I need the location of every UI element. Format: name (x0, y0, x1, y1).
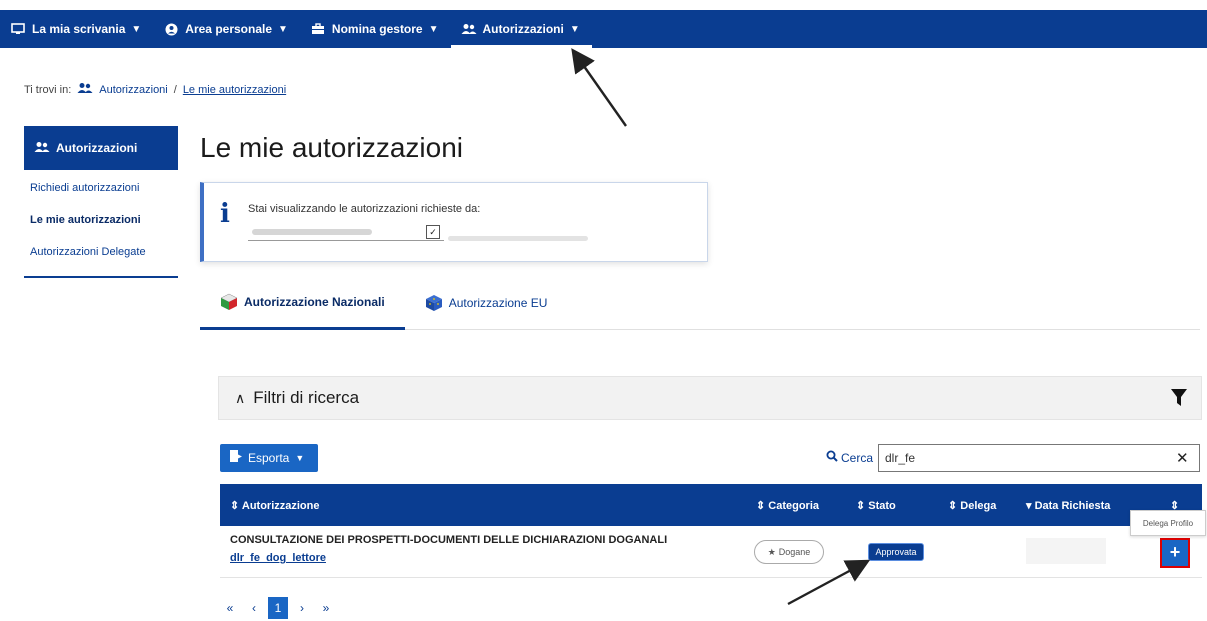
monitor-icon (10, 22, 26, 36)
nav-la-mia-scrivania[interactable]: La mia scrivania ▼ (0, 10, 153, 48)
arrow-to-autorizzazioni-menu (571, 48, 627, 127)
breadcrumb-prefix: Ti trovi in: (24, 83, 72, 96)
breadcrumb: Ti trovi in: Autorizzazioni / Le mie aut… (24, 82, 286, 97)
table-row: CONSULTAZIONE DEI PROSPETTI-DOCUMENTI DE… (220, 526, 1202, 578)
funnel-icon[interactable] (1171, 389, 1187, 412)
page-first-button[interactable]: « (220, 597, 240, 619)
export-button[interactable]: Esporta ▼ (220, 444, 318, 472)
pagination: « ‹ 1 › » (220, 597, 336, 619)
chevron-down-icon: ▼ (569, 23, 580, 35)
status-badge: Approvata (868, 543, 924, 561)
cube-eu-icon (425, 294, 443, 312)
search-label: Cerca (826, 450, 873, 465)
page-current-button[interactable]: 1 (268, 597, 288, 619)
filter-title: Filtri di ricerca (253, 388, 360, 407)
search-label-text: Cerca (841, 450, 874, 465)
column-header-stato[interactable]: ⇕ Stato (856, 499, 896, 512)
nav-label: Autorizzazioni (482, 22, 564, 36)
star-icon: ★ (767, 546, 776, 557)
column-header-data-richiesta[interactable]: ▾ Data Richiesta (1026, 499, 1110, 512)
chevron-down-icon: ▼ (428, 23, 439, 35)
breadcrumb-current[interactable]: Le mie autorizzazioni (183, 84, 286, 96)
redacted-value (448, 236, 588, 241)
redacted-value (252, 229, 372, 235)
export-file-icon (230, 450, 242, 466)
cube-italy-icon (220, 293, 238, 311)
nav-area-personale[interactable]: Area personale ▼ (153, 10, 300, 48)
tab-label: Autorizzazione EU (448, 296, 548, 310)
page-title: Le mie autorizzazioni (200, 132, 464, 163)
nav-label: Nomina gestore (331, 22, 423, 36)
tab-label: Autorizzazione Nazionali (244, 294, 385, 309)
page-prev-button[interactable]: ‹ (244, 597, 264, 619)
user-circle-icon (163, 22, 179, 36)
page-next-button[interactable]: › (292, 597, 312, 619)
top-navbar: La mia scrivania ▼ Area personale ▼ Nomi… (0, 10, 1207, 48)
nav-label: Area personale (185, 22, 273, 36)
column-header-autorizzazione[interactable]: ⇕ Autorizzazione (230, 499, 320, 512)
category-badge: ★ Dogane (754, 540, 824, 564)
sidebar: Autorizzazioni Richiedi autorizzazioni L… (24, 126, 178, 278)
users-icon (77, 82, 93, 97)
chevron-down-icon: ▼ (278, 23, 288, 35)
authorization-title: CONSULTAZIONE DEI PROSPETTI-DOCUMENTI DE… (230, 534, 668, 546)
info-icon: i (220, 199, 230, 229)
briefcase-icon (310, 22, 326, 36)
search-input[interactable] (878, 444, 1200, 472)
tooltip: Delega Profilo (1130, 510, 1206, 536)
breadcrumb-parent-link[interactable]: Autorizzazioni (99, 84, 167, 96)
info-text: Stai visualizzando le autorizzazioni ric… (248, 203, 481, 215)
tab-eu[interactable]: Autorizzazione EU (405, 276, 568, 330)
table-header: ⇕ Autorizzazione ⇕ Categoria ⇕ Stato ⇕ D… (220, 484, 1202, 526)
nav-label: La mia scrivania (32, 22, 126, 36)
breadcrumb-separator: / (173, 83, 177, 96)
search-icon (826, 450, 838, 465)
requester-select[interactable]: ✓ (248, 223, 444, 241)
tab-nazionali[interactable]: Autorizzazione Nazionali (200, 276, 405, 330)
sidebar-item-le-mie[interactable]: Le mie autorizzazioni (24, 202, 178, 234)
authorization-code-link[interactable]: dlr_fe_dog_lettore (230, 552, 326, 564)
delega-profilo-button[interactable]: + (1160, 538, 1190, 568)
sidebar-header[interactable]: Autorizzazioni (24, 126, 178, 170)
users-icon (461, 22, 477, 36)
close-icon[interactable]: ✕ (1176, 449, 1189, 467)
export-label: Esporta (248, 451, 290, 465)
authorizations-table: ⇕ Autorizzazione ⇕ Categoria ⇕ Stato ⇕ D… (220, 484, 1202, 578)
column-header-delega[interactable]: ⇕ Delega (948, 499, 996, 512)
chevron-down-icon: ▼ (295, 453, 305, 463)
tabs: Autorizzazione Nazionali Autorizzazione … (200, 276, 1200, 330)
sidebar-header-label: Autorizzazioni (56, 141, 138, 155)
chevron-up-icon: ∧ (235, 389, 246, 406)
chevron-down-icon: ✓ (426, 224, 440, 239)
sidebar-item-richiedi[interactable]: Richiedi autorizzazioni (24, 170, 178, 202)
filter-panel[interactable]: ∧ Filtri di ricerca (218, 376, 1202, 420)
info-box: i Stai visualizzando le autorizzazioni r… (200, 182, 708, 262)
chevron-down-icon: ▼ (131, 23, 142, 35)
column-header-categoria[interactable]: ⇕ Categoria (756, 499, 819, 512)
page-last-button[interactable]: » (316, 597, 336, 619)
redacted-date (1026, 538, 1106, 564)
sidebar-item-delegate[interactable]: Autorizzazioni Delegate (24, 234, 178, 266)
nav-nomina-gestore[interactable]: Nomina gestore ▼ (300, 10, 451, 48)
nav-autorizzazioni[interactable]: Autorizzazioni ▼ (450, 10, 592, 48)
users-icon (34, 141, 50, 156)
